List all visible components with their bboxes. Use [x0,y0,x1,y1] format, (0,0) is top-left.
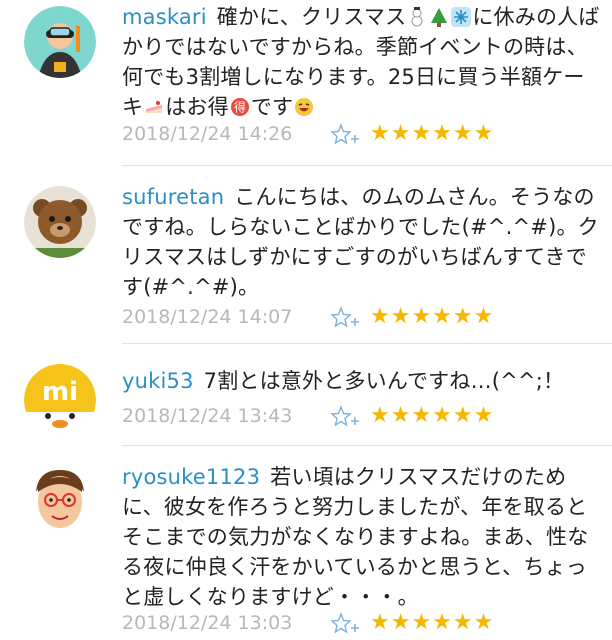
comment-text: yuki53 7割とは意外と多いんですね…(^^;！ [122,366,602,396]
add-star-icon[interactable] [330,123,360,147]
add-star-icon[interactable] [330,612,360,636]
svg-text:得: 得 [234,100,246,115]
avatar-ryosuke1123[interactable] [24,462,96,534]
snowflake-icon [451,5,472,27]
comment-text: sufuretan こんにちは、のムのムさん。そうなのですね。しらないことばかりで… [122,182,602,302]
username-link[interactable]: maskari [122,5,207,29]
comment-yuki53: mi yuki53 7割とは意外と多いんですね…(^^;！ 2018/12/24 … [0,344,612,446]
star-rating: ★★★★★★ [370,121,495,146]
star-rating: ★★★★★★ [370,304,495,329]
star-rating: ★★★★★★ [370,610,495,635]
avatar-sufuretan[interactable] [24,186,96,258]
star-rating: ★★★★★★ [370,403,495,428]
timestamp: 2018/12/24 13:03 [122,612,293,634]
laughing-face-icon [294,95,314,116]
avatar-maskari[interactable] [24,6,96,78]
comment-body: 確かに、クリスマス [216,5,407,29]
comment-text: maskari 確かに、クリスマス に休みの人ばかりではないですからね。季節イベント… [122,2,602,122]
comment-body: はお得 [165,95,229,119]
cake-icon [144,95,164,115]
timestamp: 2018/12/24 14:26 [122,123,293,145]
tree-icon [429,5,449,27]
comment-body: 7割とは意外と多いんですね…(^^;！ [203,369,565,393]
avatar-logo-text: mi [42,377,78,407]
comment-maskari: maskari 確かに、クリスマス に休みの人ばかりではないですからね。季節イベント… [0,0,612,166]
comment-ryosuke1123: ryosuke1123 若い頃はクリスマスだけのために、彼女を作ろうと努力しました… [0,446,612,640]
username-link[interactable]: ryosuke1123 [122,465,260,489]
comment-sufuretan: sufuretan こんにちは、のムのムさん。そうなのですね。しらないことばかりで… [0,166,612,344]
timestamp: 2018/12/24 13:43 [122,405,293,427]
username-link[interactable]: yuki53 [122,369,194,393]
timestamp: 2018/12/24 14:07 [122,306,293,328]
snowman-icon [407,5,427,27]
add-star-icon[interactable] [330,306,360,330]
comment-body: です [250,95,294,119]
username-link[interactable]: sufuretan [122,185,224,209]
toku-icon: 得 [230,95,250,116]
comment-text: ryosuke1123 若い頃はクリスマスだけのために、彼女を作ろうと努力しました… [122,462,602,612]
add-star-icon[interactable] [330,405,360,429]
avatar-yuki53[interactable]: mi [24,364,96,436]
